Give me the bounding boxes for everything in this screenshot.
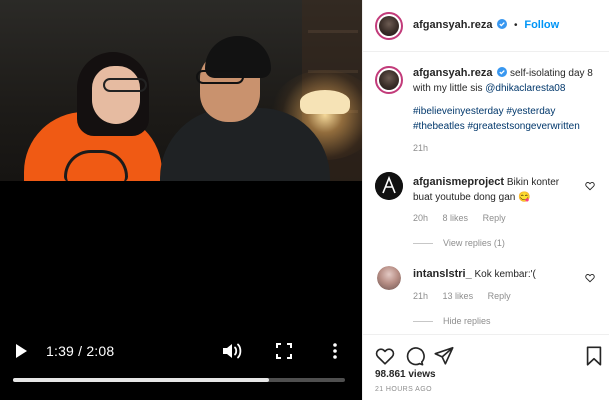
- more-vertical-icon[interactable]: [330, 342, 340, 360]
- author-avatar[interactable]: [375, 12, 403, 40]
- hide-replies-label: Hide replies: [443, 316, 491, 326]
- caption-avatar[interactable]: [375, 66, 403, 94]
- person-left-glasses: [103, 78, 147, 92]
- comment-text: intanslstri_ Kok kembar:'(: [413, 267, 563, 282]
- comment-emoji: 😋: [518, 192, 531, 203]
- header-separator: •: [514, 20, 518, 31]
- commenter-username[interactable]: afganismeproject: [413, 176, 504, 188]
- comment-item: intanslstri_ Kok kembar:'( 21h 13 likes …: [375, 264, 601, 330]
- logo-a-icon: [375, 172, 403, 200]
- reply-button[interactable]: Reply: [488, 291, 511, 301]
- hide-replies-button[interactable]: Hide replies: [413, 316, 491, 326]
- post-side-panel: afgansyah.reza • Follow afgansyah.reza s…: [362, 0, 609, 400]
- comment-body: Kok kembar:'(: [474, 269, 536, 280]
- person-right-glasses: [196, 70, 244, 84]
- fullscreen-icon[interactable]: [276, 343, 292, 359]
- view-count[interactable]: 98.861 views: [375, 369, 436, 380]
- comment-meta: 20h 8 likes Reply: [413, 213, 518, 223]
- comment-time: 21h: [413, 291, 429, 301]
- commenter-avatar[interactable]: [377, 266, 401, 290]
- comment-item: afganismeproject Bikin konter buat youtu…: [375, 172, 601, 252]
- author-username[interactable]: afgansyah.reza: [413, 19, 492, 31]
- header-user-line: afgansyah.reza • Follow: [413, 19, 559, 31]
- reply-button[interactable]: Reply: [483, 213, 506, 223]
- hashtag-link[interactable]: #ibelieveinyesterday: [413, 106, 504, 117]
- caption-username[interactable]: afgansyah.reza: [413, 67, 492, 79]
- view-replies-button[interactable]: View replies (1): [413, 238, 505, 248]
- post-header: afgansyah.reza • Follow: [363, 0, 609, 52]
- hashtag-link[interactable]: #thebeatles: [413, 121, 465, 132]
- share-send-icon[interactable]: [433, 345, 455, 367]
- play-icon[interactable]: [16, 344, 27, 358]
- comment-text: afganismeproject Bikin konter buat youtu…: [413, 175, 563, 205]
- post-time-ago: 21 HOURS AGO: [375, 386, 432, 393]
- commenter-avatar[interactable]: [375, 172, 403, 200]
- replies-divider: [413, 321, 433, 323]
- comment-likes[interactable]: 8 likes: [443, 213, 469, 223]
- video-progress-fill: [13, 378, 269, 382]
- caption-time: 21h: [413, 143, 429, 153]
- caption-text: afgansyah.reza self-isolating day 8 with…: [413, 66, 603, 156]
- video-controls: 1:39 / 2:08: [0, 338, 362, 400]
- bookmark-icon[interactable]: [583, 345, 605, 367]
- like-heart-icon[interactable]: [585, 181, 595, 191]
- video-frame: [0, 0, 362, 181]
- hashtag-link[interactable]: #greatestsongeverwritten: [468, 121, 580, 132]
- volume-icon[interactable]: [222, 342, 244, 360]
- caption-mention[interactable]: @dhikaclaresta08: [485, 83, 565, 94]
- post-actions: 98.861 views 21 HOURS AGO: [363, 334, 609, 400]
- comment-time: 20h: [413, 213, 429, 223]
- video-time: 1:39 / 2:08: [46, 343, 115, 359]
- like-heart-icon[interactable]: [374, 345, 396, 367]
- hashtag-link[interactable]: #yesterday: [506, 106, 555, 117]
- video-progress-bar[interactable]: [13, 378, 345, 382]
- caption-hashtags: #ibelieveinyesterday #yesterday #thebeat…: [413, 104, 603, 134]
- verified-badge-icon: [497, 67, 508, 77]
- person-left-face: [92, 66, 140, 124]
- follow-button[interactable]: Follow: [524, 19, 559, 31]
- lamp: [300, 90, 350, 114]
- view-replies-label: View replies (1): [443, 238, 505, 248]
- like-heart-icon[interactable]: [585, 273, 595, 283]
- comment-bubble-icon[interactable]: [403, 345, 425, 367]
- comment-likes[interactable]: 13 likes: [443, 291, 474, 301]
- commenter-username[interactable]: intanslstri_: [413, 268, 472, 280]
- replies-divider: [413, 243, 433, 245]
- verified-badge-icon: [497, 19, 508, 29]
- video-player[interactable]: 1:39 / 2:08: [0, 0, 362, 400]
- comment-meta: 21h 13 likes Reply: [413, 291, 523, 301]
